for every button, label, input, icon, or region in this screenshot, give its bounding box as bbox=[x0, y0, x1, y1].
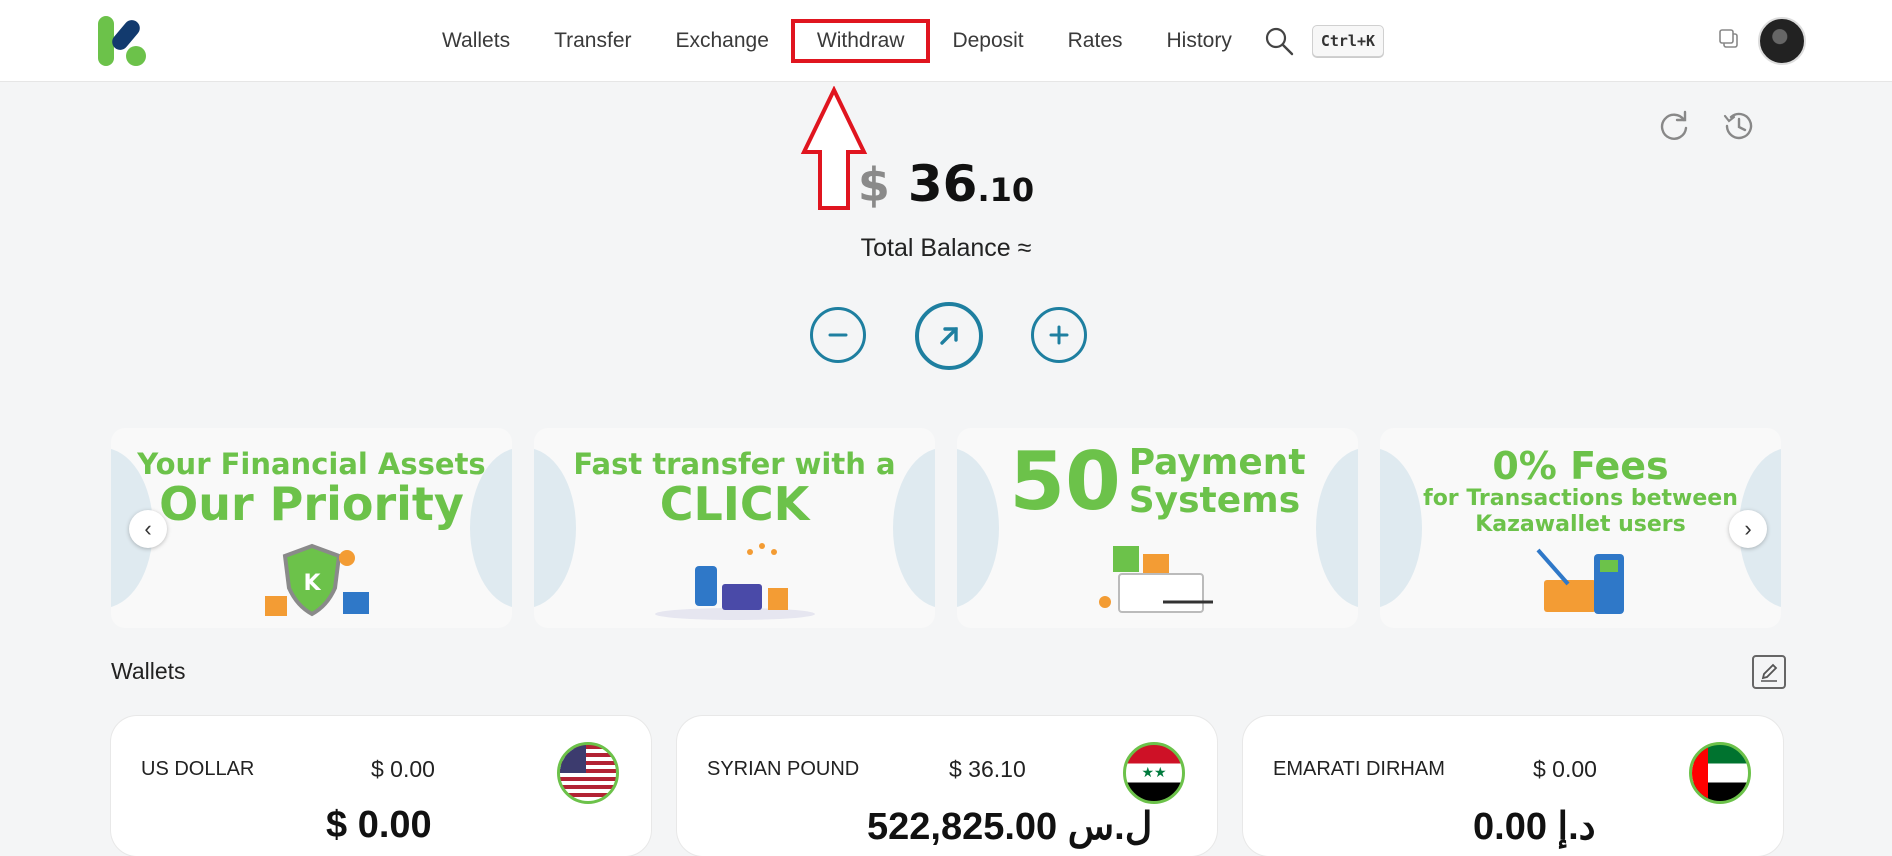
nav-exchange[interactable]: Exchange bbox=[654, 29, 791, 53]
carousel-prev-button[interactable]: ‹ bbox=[129, 510, 167, 548]
nav-withdraw[interactable]: Withdraw bbox=[790, 18, 931, 63]
total-balance: $36.10 bbox=[0, 155, 1892, 213]
balance-currency: $ bbox=[857, 158, 890, 212]
banner-2-line2: CLICK bbox=[659, 477, 810, 531]
banner-1-line2: Our Priority bbox=[159, 477, 464, 531]
wallet-usd-value: $ 0.00 bbox=[371, 756, 435, 782]
wallet-card-usd[interactable]: US DOLLAR $ 0.00 $ 0.00 bbox=[111, 716, 651, 856]
kazawallet-logo[interactable] bbox=[96, 14, 152, 68]
wallet-card-aed[interactable]: EMARATI DIRHAM $ 0.00 د.إ 0.00 bbox=[1243, 716, 1783, 856]
copy-icon[interactable] bbox=[1718, 28, 1740, 50]
banner-2-line1: Fast transfer with a bbox=[573, 447, 896, 481]
svg-text:K: K bbox=[303, 571, 321, 596]
wallet-amount: ل.س 522,825.00 bbox=[867, 806, 1153, 848]
banner-3-line2: Systems bbox=[1128, 480, 1301, 521]
balance-integer: 36 bbox=[907, 155, 978, 213]
promo-banner-2[interactable]: Fast transfer with a CLICK bbox=[534, 428, 935, 628]
banner-3-big: 50 bbox=[1009, 435, 1121, 528]
promo-carousel: Your Financial Assets Our Priority K Fas… bbox=[111, 428, 1783, 628]
shield-illustration-icon: K bbox=[264, 543, 369, 617]
wallet-name: EMARATI DIRHAM bbox=[1273, 758, 1445, 780]
promo-banner-3[interactable]: 50 Payment Systems bbox=[957, 428, 1358, 628]
wallet-name: SYRIAN POUND bbox=[707, 758, 860, 780]
promo-banner-1[interactable]: Your Financial Assets Our Priority K bbox=[111, 428, 512, 628]
wallet-amount: د.إ 0.00 bbox=[1473, 806, 1596, 848]
search-icon[interactable] bbox=[1262, 24, 1296, 58]
banner-4-line1: 0% Fees bbox=[1492, 444, 1669, 488]
banner-4-line2: for Transactions between bbox=[1423, 486, 1738, 511]
banner-1-line1: Your Financial Assets bbox=[137, 447, 486, 481]
wallet-amount: $ 0.00 bbox=[326, 804, 432, 846]
plus-icon bbox=[1049, 325, 1069, 345]
nav-wallets[interactable]: Wallets bbox=[420, 29, 532, 53]
nav-transfer[interactable]: Transfer bbox=[532, 29, 653, 53]
banner-4-line3: Kazawallet users bbox=[1475, 512, 1686, 537]
wallet-name: US DOLLAR bbox=[141, 758, 255, 780]
payment-systems-illustration-icon bbox=[1098, 546, 1213, 613]
wallet-usd-value: $ 36.10 bbox=[949, 756, 1026, 782]
refresh-icon[interactable] bbox=[1656, 108, 1692, 144]
carousel-next-button[interactable]: › bbox=[1729, 510, 1767, 548]
transfer-button[interactable] bbox=[915, 302, 983, 370]
phone-transfer-illustration-icon bbox=[654, 543, 815, 620]
withdraw-button[interactable] bbox=[810, 307, 866, 363]
top-navigation-bar: Wallets Transfer Exchange Withdraw Depos… bbox=[0, 0, 1892, 82]
us-flag-icon bbox=[557, 742, 619, 804]
uae-flag-icon bbox=[1689, 742, 1751, 804]
main-nav: Wallets Transfer Exchange Withdraw Depos… bbox=[420, 0, 1385, 81]
edit-icon[interactable] bbox=[1752, 655, 1786, 689]
syria-flag-icon: ★★ bbox=[1123, 742, 1185, 804]
deposit-button[interactable] bbox=[1031, 307, 1087, 363]
wallets-section-title: Wallets bbox=[111, 658, 186, 684]
nav-history[interactable]: History bbox=[1145, 29, 1254, 53]
banner-3-line1: Payment bbox=[1128, 442, 1306, 483]
pos-terminal-illustration-icon bbox=[1536, 548, 1624, 614]
user-avatar[interactable] bbox=[1758, 17, 1806, 65]
wallet-card-syp[interactable]: SYRIAN POUND $ 36.10 ★★ ل.س 522,825.00 bbox=[677, 716, 1217, 856]
arrow-up-right-icon bbox=[940, 327, 958, 345]
search-shortcut-badge[interactable]: Ctrl+K bbox=[1311, 24, 1385, 57]
wallet-usd-value: $ 0.00 bbox=[1533, 756, 1597, 782]
balance-decimal: .10 bbox=[977, 171, 1035, 209]
promo-banner-4[interactable]: 0% Fees for Transactions between Kazawal… bbox=[1380, 428, 1781, 628]
nav-deposit[interactable]: Deposit bbox=[930, 29, 1045, 53]
total-balance-label: Total Balance ≈ bbox=[860, 234, 1032, 262]
nav-rates[interactable]: Rates bbox=[1046, 29, 1145, 53]
history-icon[interactable] bbox=[1720, 108, 1756, 144]
minus-icon bbox=[828, 333, 848, 337]
